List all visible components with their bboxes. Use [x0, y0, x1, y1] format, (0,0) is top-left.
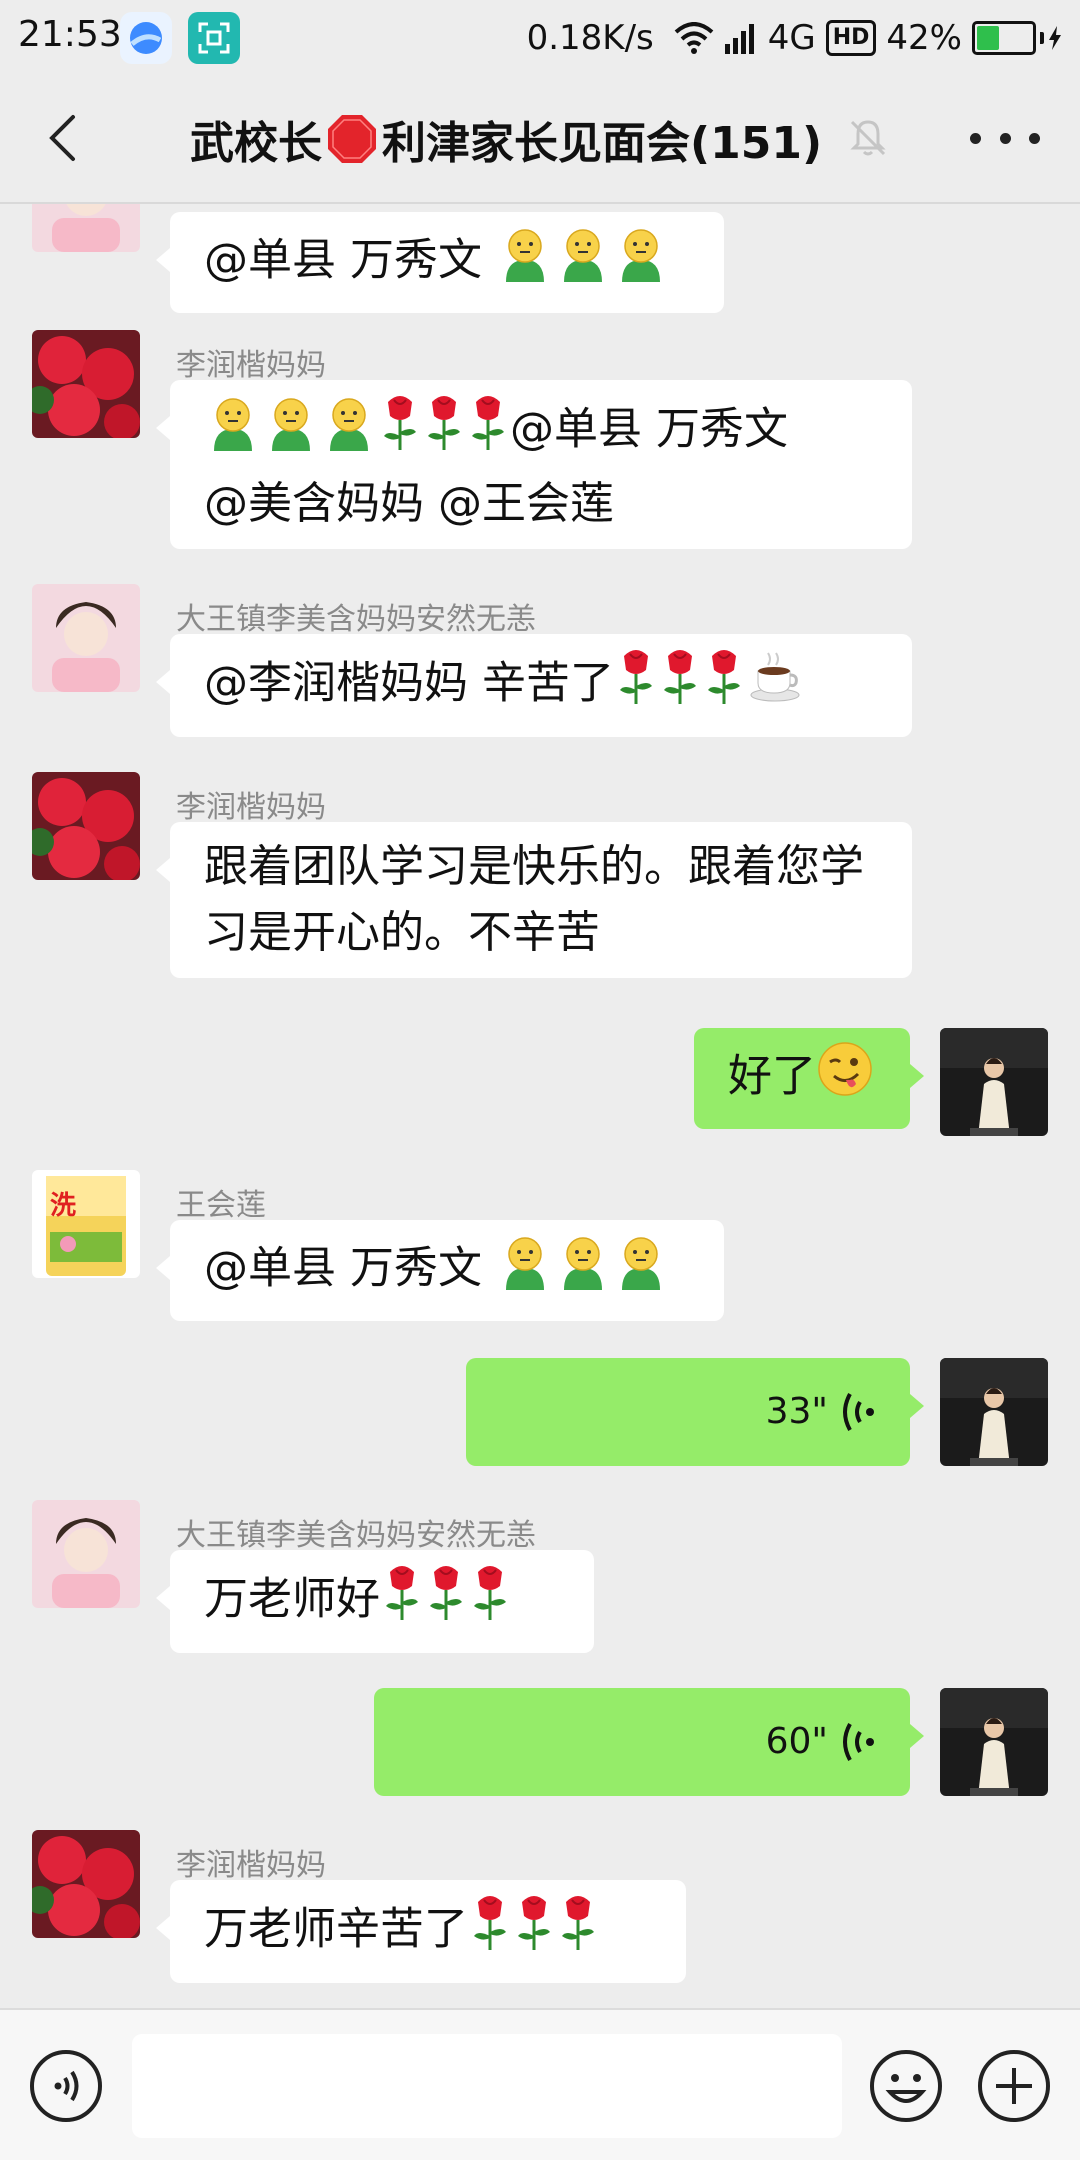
more-options-button[interactable] — [970, 120, 1040, 156]
voice-input-icon[interactable] — [28, 2048, 104, 2124]
rose-emoji — [468, 1562, 512, 1641]
guy-emoji — [554, 224, 612, 301]
more-dots-icon — [970, 132, 981, 144]
message-bubble[interactable]: 万老师好 — [156, 1550, 594, 1653]
smiley-icon[interactable] — [868, 2048, 944, 2124]
rose-emoji — [424, 1562, 468, 1641]
status-time: 21:53 — [18, 14, 122, 55]
message-input[interactable] — [132, 2034, 842, 2138]
voice-wave-icon — [843, 1393, 874, 1431]
message-text: 跟着团队学习是快乐的。跟着您学 — [204, 841, 864, 892]
avatar[interactable] — [32, 1830, 140, 1938]
avatar[interactable] — [32, 584, 140, 692]
network-speed: 0.18K/s — [526, 18, 654, 58]
guy-emoji — [496, 1232, 554, 1309]
message-bubble[interactable]: @李润楷妈妈 辛苦了 — [156, 634, 912, 737]
avatar[interactable]: 洗 — [32, 1170, 140, 1278]
title-prefix: 武校长 — [190, 118, 322, 169]
sender-name: 大王镇李美含妈妈安然无恙 — [176, 602, 536, 637]
voice-message-bubble[interactable]: 60" — [374, 1688, 924, 1796]
coffee-emoji — [746, 647, 804, 724]
chevron-left-icon — [49, 115, 75, 161]
rose-emoji — [614, 646, 658, 725]
rose-emoji — [466, 392, 510, 471]
rose-emoji — [380, 1562, 424, 1641]
message-bubble[interactable]: @单县 万秀文 — [156, 212, 724, 313]
chat-screen: 21:53 0.18K/s 4G HD 42% 武校长 利津家长见面会(151)… — [0, 0, 1080, 2160]
message-text: 万老师辛苦了 — [204, 1903, 468, 1955]
chat-title[interactable]: 武校长 利津家长见面会(151) — [190, 106, 822, 172]
rose-emoji — [512, 1892, 556, 1971]
message-text: @单县 万秀文 — [510, 403, 788, 455]
guy-emoji — [612, 224, 670, 301]
browser-notification-icon — [120, 12, 172, 64]
message-text: @单县 万秀文 — [204, 1242, 496, 1294]
sender-name: 李润楷妈妈 — [176, 348, 326, 383]
message-text: 万老师好 — [204, 1573, 380, 1625]
svg-text:洗: 洗 — [50, 1190, 76, 1220]
message-bubble-own[interactable]: 好了 — [694, 1028, 924, 1129]
signal-icon — [724, 24, 754, 54]
avatar[interactable] — [32, 204, 140, 252]
message-bubble[interactable]: @单县 万秀文 @美含妈妈 @王会莲 — [156, 380, 912, 549]
guy-emoji — [262, 393, 320, 470]
rose-emoji — [658, 646, 702, 725]
battery-percent: 42% — [886, 18, 962, 58]
message-bubble[interactable]: 万老师辛苦了 — [156, 1880, 686, 1983]
own-avatar[interactable] — [940, 1688, 1048, 1796]
guy-emoji — [496, 224, 554, 301]
avatar[interactable] — [32, 1500, 140, 1608]
voice-wave-icon — [843, 1723, 874, 1761]
rose-emoji — [422, 392, 466, 471]
stop-sign-emoji — [328, 115, 376, 163]
wifi-icon — [674, 22, 714, 54]
guy-emoji — [612, 1232, 670, 1309]
rose-emoji — [468, 1892, 512, 1971]
guy-emoji — [320, 393, 378, 470]
avatar[interactable] — [32, 330, 140, 438]
own-avatar[interactable] — [940, 1028, 1048, 1136]
chat-header: 武校长 利津家长见面会(151) — [0, 76, 1080, 204]
network-type: 4G — [767, 18, 816, 58]
message-bubble[interactable]: 跟着团队学习是快乐的。跟着您学 习是开心的。不辛苦 — [156, 822, 912, 978]
message-text-line2: 习是开心的。不辛苦 — [204, 907, 600, 958]
battery-icon — [972, 21, 1062, 55]
message-text: @李润楷妈妈 辛苦了 — [204, 657, 614, 709]
message-text-line2: @美含妈妈 @王会莲 — [204, 478, 614, 529]
sender-name: 大王镇李美含妈妈安然无恙 — [176, 1518, 536, 1553]
sender-name: 李润楷妈妈 — [176, 790, 326, 825]
rose-emoji — [702, 646, 746, 725]
message-text: 好了 — [728, 1050, 816, 1102]
message-list[interactable]: @单县 万秀文 李润楷妈妈 @单县 万秀文 @美含妈妈 @王会莲 大王镇李美含妈… — [0, 204, 1080, 2008]
status-bar: 21:53 0.18K/s 4G HD 42% — [0, 0, 1080, 76]
plus-icon[interactable] — [976, 2048, 1052, 2124]
avatar[interactable] — [32, 772, 140, 880]
scanner-notification-icon — [188, 12, 240, 64]
message-bubble[interactable]: @单县 万秀文 — [156, 1220, 724, 1321]
sender-name: 王会莲 — [176, 1188, 266, 1223]
input-bar — [0, 2008, 1080, 2160]
voice-duration: 60" — [765, 1721, 828, 1762]
voice-message-bubble[interactable]: 33" — [466, 1358, 924, 1466]
bell-muted-icon — [850, 120, 886, 156]
back-button[interactable] — [32, 108, 92, 168]
guy-emoji — [204, 393, 262, 470]
guy-emoji — [554, 1232, 612, 1309]
own-avatar[interactable] — [940, 1358, 1048, 1466]
sender-name: 李润楷妈妈 — [176, 1848, 326, 1883]
rose-emoji — [378, 392, 422, 471]
title-suffix: 利津家长见面会(151) — [382, 118, 823, 169]
voice-duration: 33" — [765, 1391, 828, 1432]
status-indicators: 0.18K/s 4G HD 42% — [527, 12, 1062, 64]
winking-tongue-emoji — [816, 1040, 874, 1117]
message-text: @单县 万秀文 — [204, 234, 496, 286]
rose-emoji — [556, 1892, 600, 1971]
hd-badge: HD — [825, 20, 877, 56]
